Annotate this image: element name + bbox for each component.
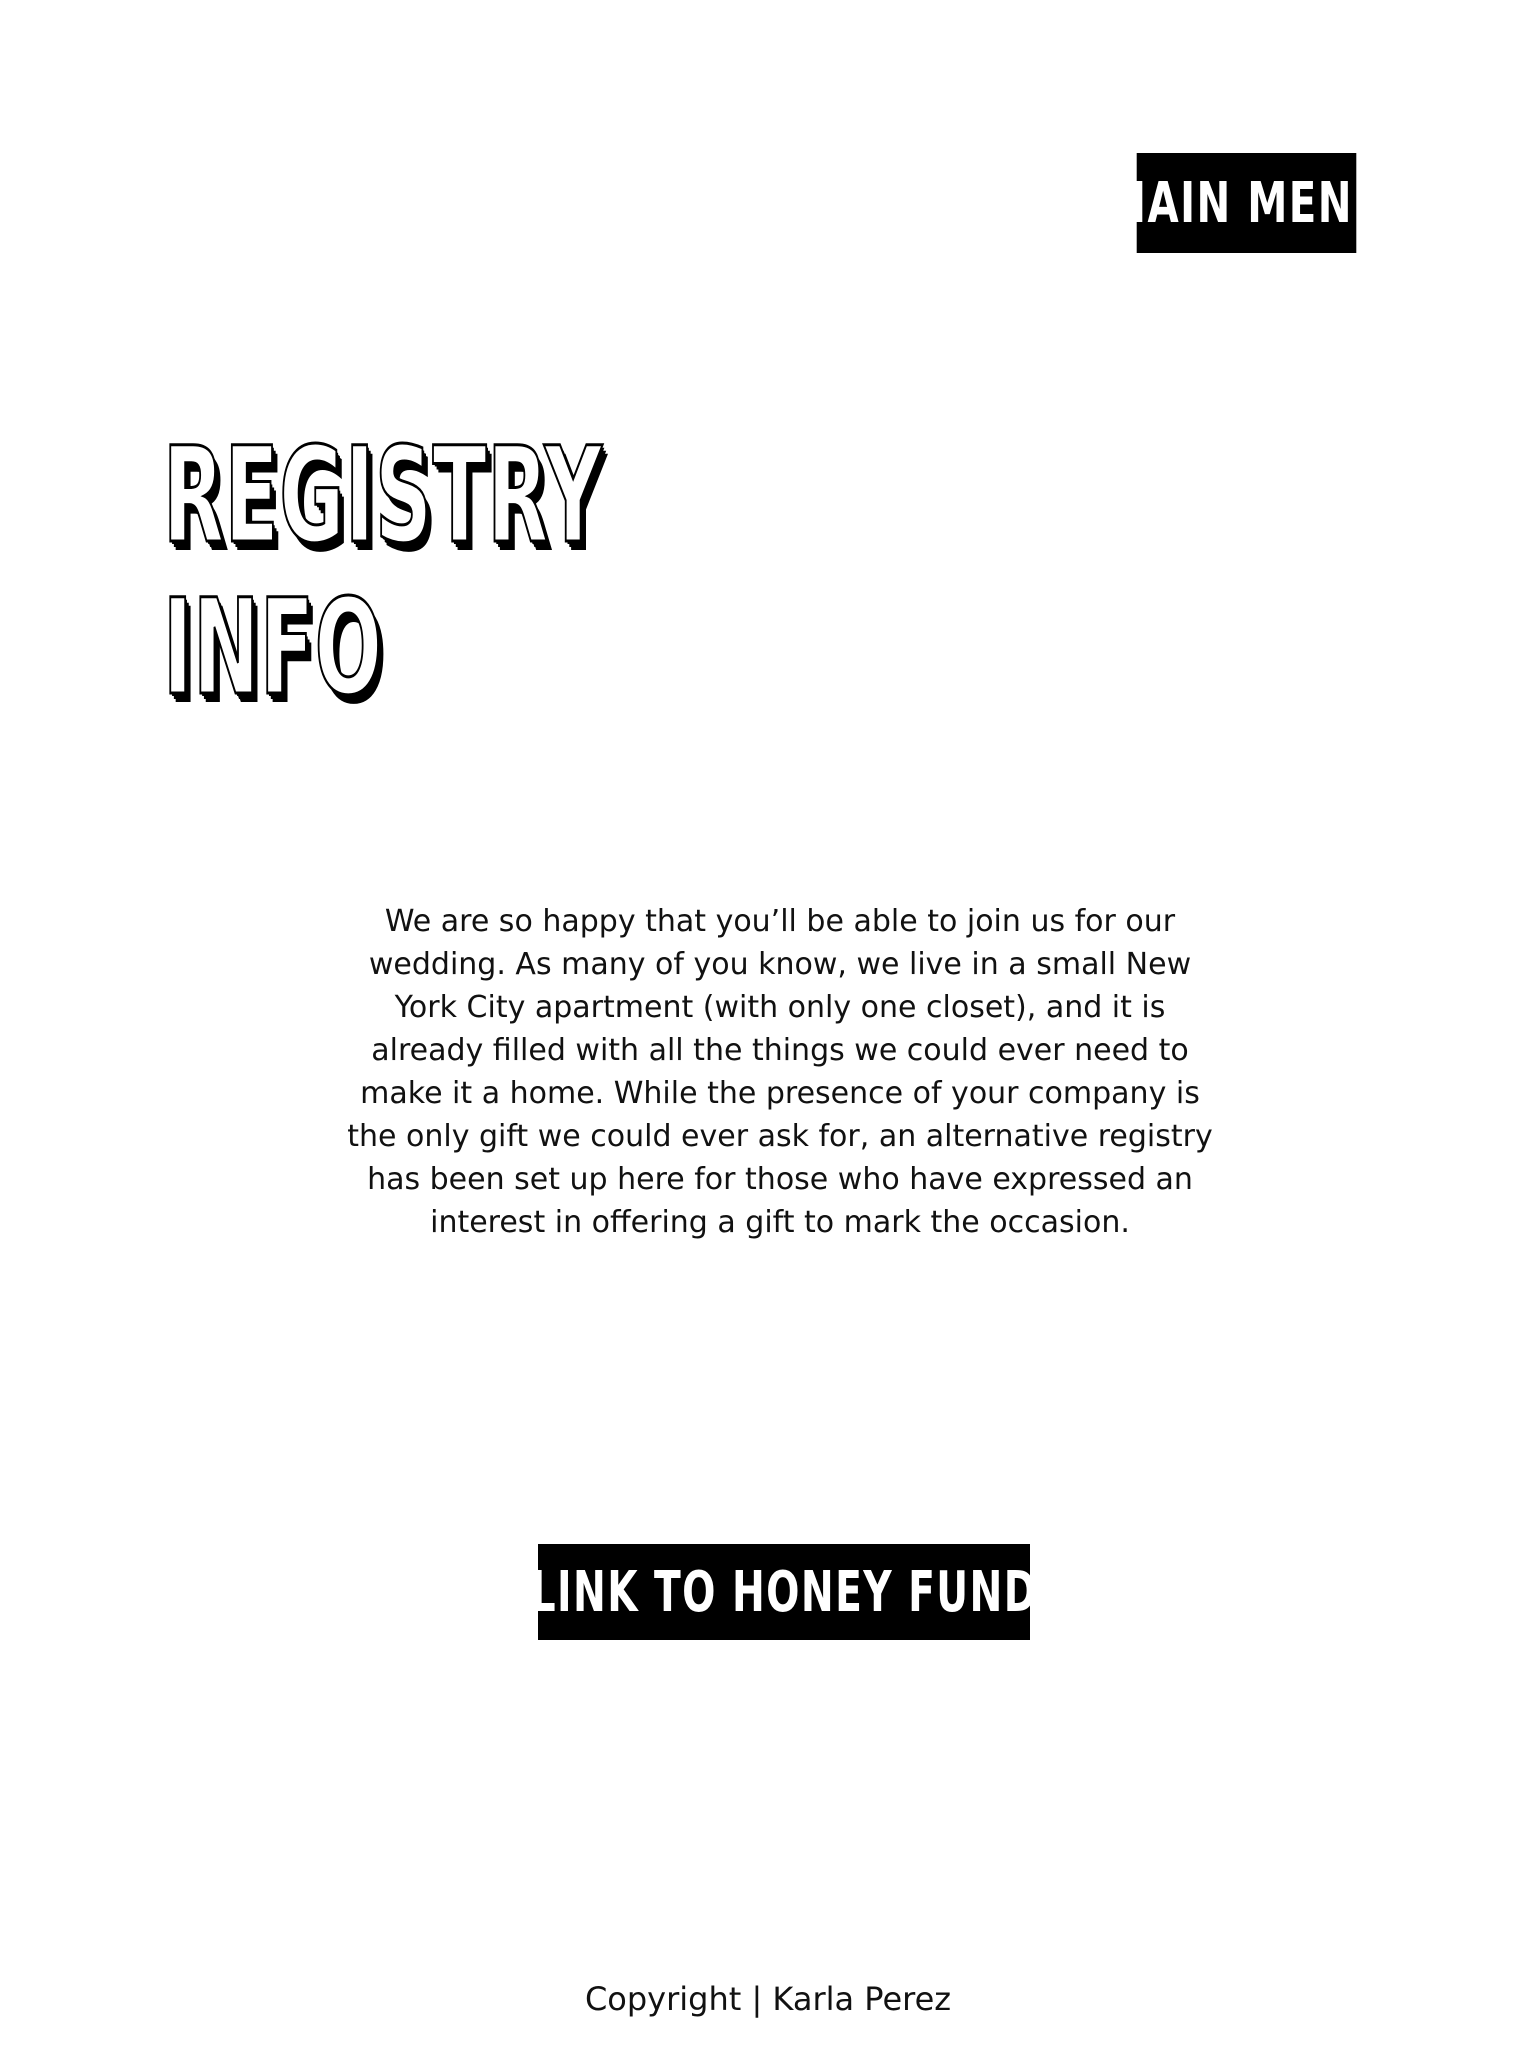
page-title-line-1: REGISTRY [162, 419, 603, 574]
main-menu-label: MAIN MENU [1105, 170, 1388, 236]
honey-fund-link-button[interactable]: LINK TO HONEY FUND [531, 1544, 1036, 1640]
honey-fund-link-label: LINK TO HONEY FUND [530, 1559, 1038, 1625]
registry-description: We are so happy that you’ll be able to j… [347, 904, 1213, 1240]
page-title-line-2: INFO [162, 571, 383, 726]
footer-copyright: Copyright | Karla Perez [584, 1980, 952, 2018]
page-title: REGISTRY INFO [162, 419, 603, 726]
main-menu-button[interactable]: MAIN MENU [1106, 153, 1386, 253]
